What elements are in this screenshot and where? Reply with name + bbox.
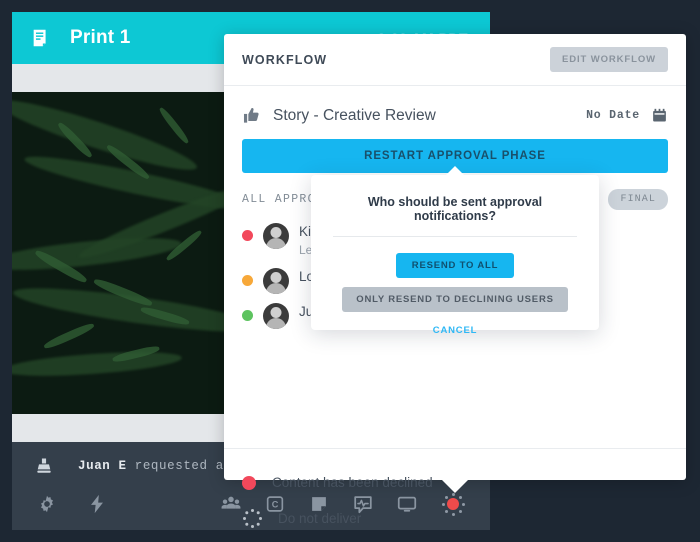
approver-status-dot (242, 310, 253, 322)
story-row: Story - Creative Review No Date (242, 86, 668, 139)
settings-gear-icon[interactable] (36, 493, 58, 515)
story-name: Story - Creative Review (273, 106, 436, 124)
declined-dot-icon (242, 475, 256, 490)
panel-divider (224, 448, 686, 449)
avatar (263, 303, 289, 330)
approval-stamp-icon (34, 456, 54, 476)
legend: Content has been declined Do not deliver (242, 466, 700, 537)
avatar (263, 268, 289, 295)
activity-actor: Juan E (78, 458, 127, 473)
story-card-icon (30, 27, 52, 49)
modal-title: Who should be sent approval notification… (367, 195, 543, 223)
story-left: Story - Creative Review (242, 106, 436, 125)
page-title: Print 1 (70, 27, 131, 48)
edit-workflow-button[interactable]: EDIT WORKFLOW (549, 47, 668, 72)
modal-separator (333, 236, 577, 237)
resend-to-all-button[interactable]: RESEND TO ALL (395, 253, 515, 278)
approver-status-dot (242, 275, 253, 287)
legend-label: Do not deliver (278, 510, 362, 526)
modal-actions: RESEND TO ALL ONLY RESEND TO DECLINING U… (311, 253, 599, 340)
approver-status-dot (242, 230, 253, 241)
automation-bolt-icon[interactable] (86, 493, 108, 515)
avatar (263, 223, 289, 249)
toolbar-left-group (36, 493, 108, 515)
modal-pointer (445, 166, 465, 176)
cancel-button[interactable]: CANCEL (427, 321, 483, 340)
only-resend-declining-button[interactable]: ONLY RESEND TO DECLINING USERS (342, 287, 568, 312)
legend-label: Content has been declined (272, 475, 433, 490)
story-date-label: No Date (586, 109, 640, 122)
thumbs-up-icon (242, 106, 261, 125)
workflow-panel-header: WORKFLOW EDIT WORKFLOW (224, 34, 686, 86)
app-root: Print 1 9:00 AM PDT (0, 0, 700, 542)
story-right[interactable]: No Date (586, 107, 668, 124)
do-not-deliver-icon (242, 508, 262, 528)
legend-item-declined: Content has been declined (242, 466, 700, 499)
audience-people-icon[interactable] (220, 493, 242, 515)
workflow-panel-title: WORKFLOW (242, 52, 328, 67)
legend-item-do-not-deliver: Do not deliver (242, 499, 700, 537)
approval-notifications-modal: Who should be sent approval notification… (311, 166, 599, 336)
status-badge: FINAL (608, 189, 668, 210)
calendar-icon[interactable] (651, 107, 668, 124)
